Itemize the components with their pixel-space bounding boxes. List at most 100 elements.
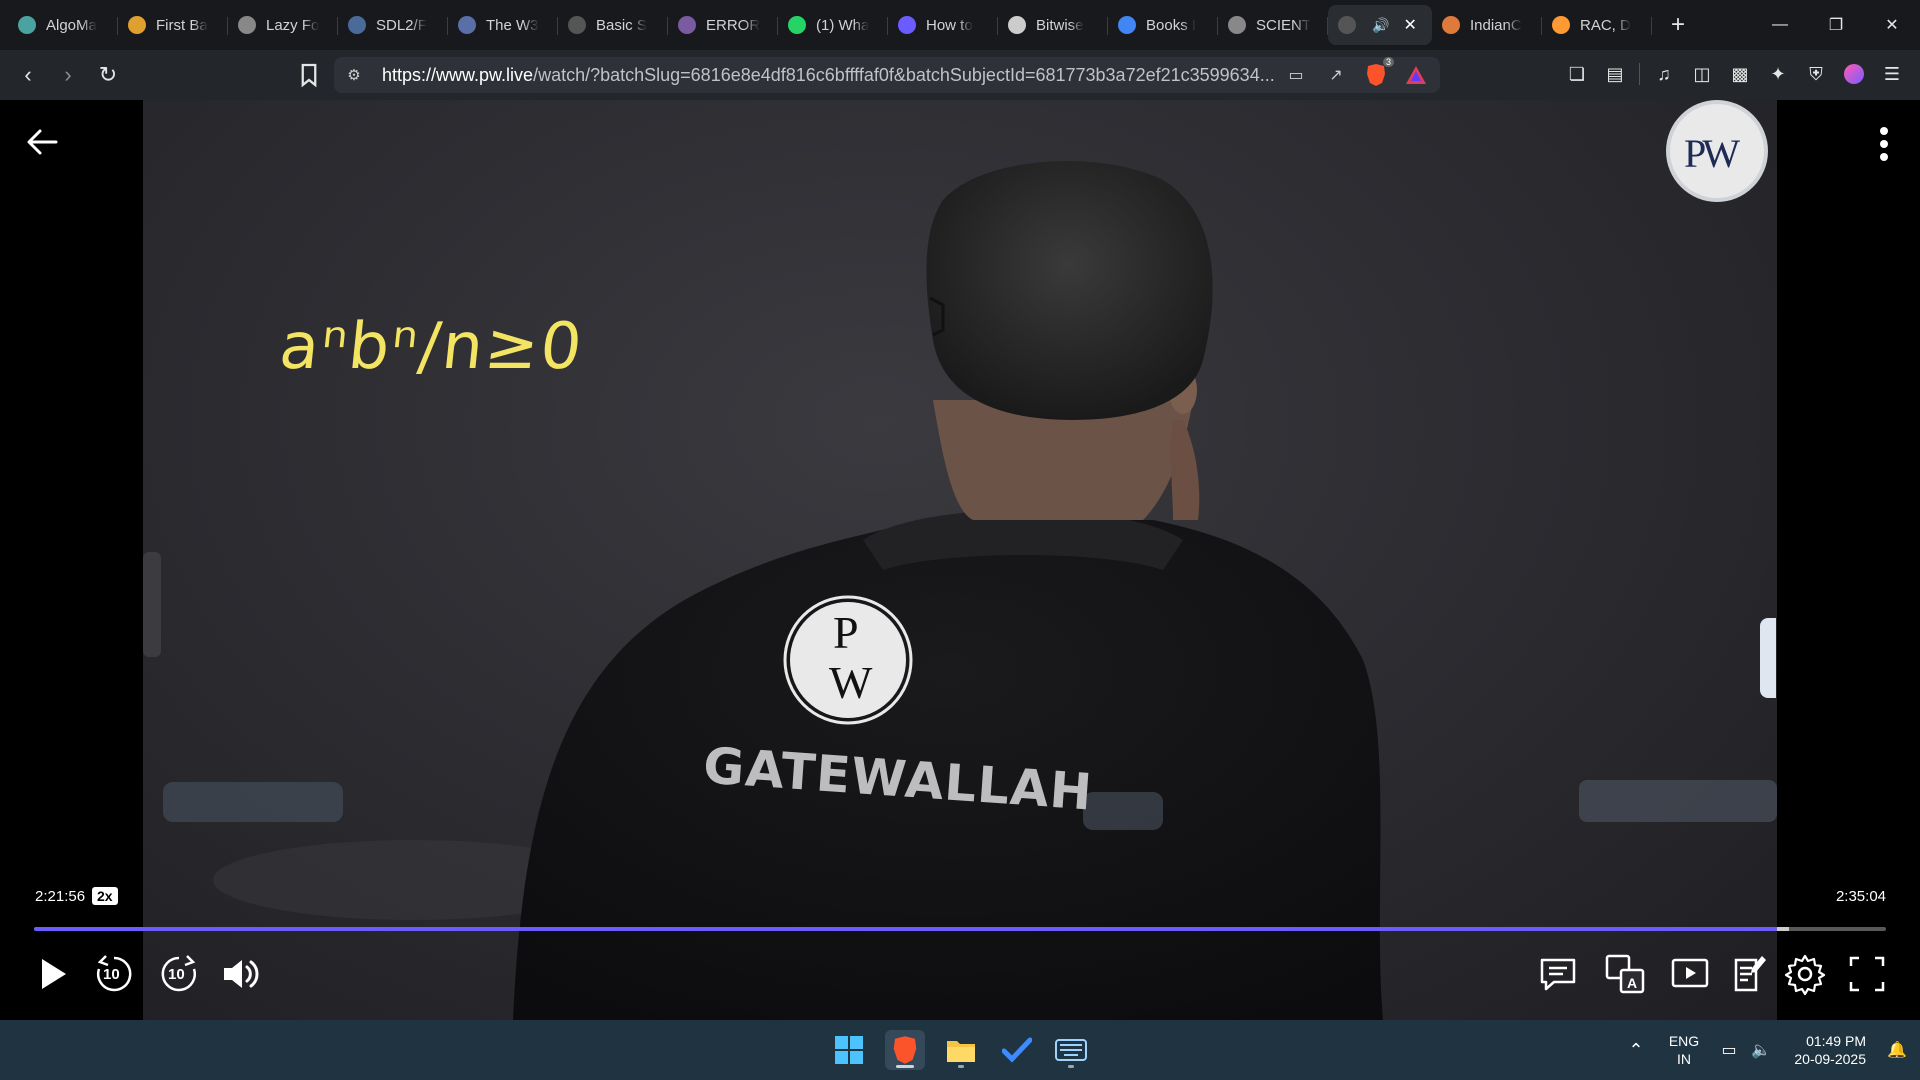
browser-tab[interactable]: ERROR [668, 5, 778, 45]
new-tab-button[interactable]: + [1660, 7, 1696, 43]
system-tray: ⌃ ENG IN ▭ 🔈 01:49 PM 20-09-2025 🔔 [1616, 1020, 1920, 1080]
browser-tab[interactable]: Basic S [558, 5, 668, 45]
reload-button[interactable]: ↻ [88, 55, 128, 95]
browser-tab[interactable]: Books I [1108, 5, 1218, 45]
extensions-icon[interactable]: ❏ [1563, 60, 1591, 88]
toolbar-separator [1639, 63, 1640, 85]
sdl-icon [348, 16, 366, 34]
picture-in-picture-icon[interactable] [1668, 952, 1712, 996]
browser-tab[interactable]: AlgoMa [8, 5, 118, 45]
tab-label: Bitwise [1036, 16, 1084, 34]
video-frame[interactable]: P W aⁿbⁿ/n≥0 GATEWALLAH [143, 100, 1777, 1020]
menu-icon[interactable]: ☰ [1878, 60, 1906, 88]
browser-tab[interactable]: How to [888, 5, 998, 45]
browser-tab[interactable]: (1) Wha [778, 5, 888, 45]
tab-audio-icon[interactable]: 🔊 [1372, 17, 1389, 34]
minimize-button[interactable]: — [1752, 0, 1808, 50]
forward-10-button[interactable]: 10 [157, 952, 201, 996]
site-settings-icon[interactable]: ⚙ [334, 66, 374, 84]
brave-rewards-icon[interactable] [1402, 61, 1430, 89]
error-icon [678, 16, 696, 34]
seek-bar[interactable] [34, 927, 1886, 931]
rewind-10-button[interactable]: 10 [92, 952, 136, 996]
basic-icon [568, 16, 586, 34]
browser-tab[interactable]: RAC, D [1542, 5, 1652, 45]
tab-label: How to [926, 16, 973, 34]
browser-tab[interactable]: 🔊 ✕ [1328, 5, 1432, 45]
fullscreen-icon[interactable] [1845, 952, 1889, 996]
chalk-equation: aⁿbⁿ/n≥0 [276, 310, 588, 384]
howto-icon [898, 16, 916, 34]
browser-tab[interactable]: First Ba [118, 5, 228, 45]
restore-button[interactable]: ❐ [1808, 0, 1864, 50]
browser-tab[interactable]: SDL2/F [338, 5, 448, 45]
rewind-seconds-label: 10 [103, 966, 120, 983]
video-player[interactable]: P W aⁿbⁿ/n≥0 GATEWALLAH PW 2:21:56 2x 2:… [0, 100, 1920, 1020]
speaker-icon[interactable]: 🔈 [1746, 1040, 1776, 1060]
browser-tab[interactable]: Lazy Fo [228, 5, 338, 45]
whatsapp-icon [788, 16, 806, 34]
bookmark-icon[interactable] [294, 60, 324, 90]
indian-icon [1442, 16, 1460, 34]
globe-icon [1228, 16, 1246, 34]
back-arrow-icon[interactable] [22, 122, 62, 162]
browser-tab[interactable]: Bitwise [998, 5, 1108, 45]
buffer-bar [1777, 927, 1789, 931]
taskbar-brave[interactable] [885, 1030, 925, 1070]
taskbar-keyboard[interactable] [1051, 1030, 1091, 1070]
tab-label: SCIENT [1256, 16, 1312, 34]
browser-toolbar: ‹ › ↻ ⚙ https://www.pw.live/watch/?batch… [0, 50, 1920, 100]
forward-button[interactable]: › [48, 55, 88, 95]
side-drawer-handle[interactable] [1760, 618, 1776, 698]
address-bar[interactable]: ⚙ https://www.pw.live/watch/?batchSlug=6… [334, 57, 1440, 93]
wallet-icon[interactable]: ▩ [1726, 60, 1754, 88]
language-indicator[interactable]: ENG IN [1656, 1032, 1712, 1068]
profile-avatar[interactable] [1840, 60, 1868, 88]
cast-icon[interactable]: ▭ [1282, 61, 1310, 89]
sidebar-icon[interactable]: ◫ [1688, 60, 1716, 88]
media-icon[interactable]: ♫ [1650, 60, 1678, 88]
first-bad-icon [128, 16, 146, 34]
pw-logo-text: PW [1684, 131, 1740, 176]
leo-ai-icon[interactable]: ✦ [1764, 60, 1792, 88]
region-code: IN [1677, 1051, 1691, 1067]
close-tab-icon[interactable]: ✕ [1403, 15, 1416, 35]
show-hidden-icons-chevron[interactable]: ⌃ [1616, 1040, 1656, 1061]
reading-mode-icon[interactable]: ▤ [1601, 60, 1629, 88]
network-icon[interactable]: ▭ [1712, 1040, 1746, 1060]
vpn-icon[interactable]: ⛨ [1802, 60, 1830, 88]
clock[interactable]: 01:49 PM 20-09-2025 [1776, 1032, 1866, 1068]
url-text[interactable]: https://www.pw.live/watch/?batchSlug=681… [382, 65, 1312, 86]
doubts-chat-icon[interactable] [1536, 952, 1580, 996]
volume-icon[interactable] [218, 952, 262, 996]
notes-icon[interactable] [1728, 952, 1772, 996]
shirt-logo-w: W [829, 657, 873, 708]
bitwise-icon [1008, 16, 1026, 34]
back-button[interactable]: ‹ [8, 55, 48, 95]
notification-bell-icon[interactable]: 🔔 [1880, 1040, 1914, 1060]
start-button[interactable] [829, 1030, 869, 1070]
playback-speed-badge[interactable]: 2x [92, 887, 118, 905]
tab-label: Basic S [596, 16, 647, 34]
shields-count-badge: 3 [1382, 57, 1394, 67]
running-indicator [958, 1065, 964, 1068]
browser-tab[interactable]: SCIENT [1218, 5, 1328, 45]
tab-label: Books I [1146, 16, 1197, 34]
settings-gear-icon[interactable] [1783, 952, 1827, 996]
play-icon[interactable] [30, 952, 74, 996]
tab-label: RAC, D [1580, 16, 1631, 34]
translate-icon[interactable]: A [1603, 952, 1647, 996]
taskbar-todo[interactable] [997, 1030, 1037, 1070]
india-flag-icon [1552, 16, 1570, 34]
tab-label: IndianC [1470, 16, 1522, 34]
close-window-button[interactable]: ✕ [1864, 0, 1920, 50]
brave-shields-icon[interactable]: 3 [1362, 57, 1394, 89]
windows-taskbar: ⌃ ENG IN ▭ 🔈 01:49 PM 20-09-2025 🔔 [0, 1020, 1920, 1080]
more-options-icon[interactable] [1878, 126, 1890, 162]
browser-tab[interactable]: The W3 [448, 5, 558, 45]
tab-label: Lazy Fo [266, 16, 320, 34]
taskbar-file-explorer[interactable] [941, 1030, 981, 1070]
browser-tab[interactable]: IndianC [1432, 5, 1542, 45]
share-icon[interactable]: ↗ [1322, 61, 1350, 89]
keyboard-icon [1055, 1039, 1087, 1061]
